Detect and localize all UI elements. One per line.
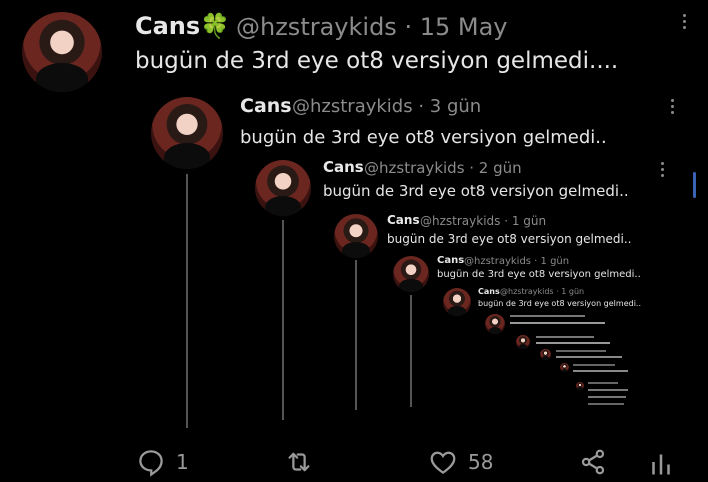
like-button[interactable]: 58 bbox=[428, 446, 493, 478]
retweet-icon bbox=[284, 447, 314, 477]
thread-line bbox=[282, 220, 284, 420]
thread-line bbox=[410, 295, 412, 407]
nested-text-line bbox=[588, 382, 618, 384]
nested-author-name: Cans bbox=[478, 287, 500, 296]
nested-text: bugün de 3rd eye ot8 versiyon gelmedi.. bbox=[323, 182, 629, 200]
like-count: 58 bbox=[468, 450, 494, 474]
nested-text-line bbox=[588, 396, 626, 398]
nested-author-name: Cans bbox=[437, 255, 465, 266]
share-icon bbox=[578, 447, 608, 477]
thread-line bbox=[186, 174, 188, 428]
nested-text-line bbox=[573, 364, 615, 366]
nested-text: bugün de 3rd eye ot8 versiyon gelmedi.. bbox=[240, 127, 607, 148]
thread-line bbox=[355, 260, 357, 410]
avatar bbox=[540, 349, 551, 360]
avatar bbox=[485, 314, 505, 334]
tweet-time: 15 May bbox=[419, 13, 508, 41]
nested-text-line bbox=[588, 389, 628, 391]
nested-handle: @hzstraykids · 1 gün bbox=[500, 287, 585, 296]
nested-text: bugün de 3rd eye ot8 versiyon gelmedi.. bbox=[478, 299, 641, 308]
nested-text-line bbox=[556, 356, 622, 358]
avatar[interactable] bbox=[22, 12, 102, 92]
nested-author-name: Cans bbox=[323, 158, 364, 176]
nested-text-line bbox=[536, 342, 610, 344]
nested-text-line bbox=[556, 350, 606, 352]
tweet-text: bugün de 3rd eye ot8 versiyon gelmedi...… bbox=[135, 48, 619, 74]
nested-text-line bbox=[510, 322, 605, 324]
avatar bbox=[334, 214, 378, 258]
nested-text-line bbox=[588, 403, 624, 405]
analytics-icon bbox=[650, 447, 672, 477]
nested-text-line bbox=[510, 315, 585, 317]
reply-count: 1 bbox=[176, 450, 189, 474]
avatar bbox=[560, 363, 569, 372]
more-icon[interactable] bbox=[683, 14, 687, 32]
retweet-button[interactable] bbox=[284, 446, 324, 478]
tweet-author-name[interactable]: Cans🍀 bbox=[135, 12, 230, 40]
nested-handle: @hzstraykids · 3 gün bbox=[292, 96, 482, 117]
clover-emoji: 🍀 bbox=[200, 12, 231, 40]
nested-handle: @hzstraykids · 1 gün bbox=[464, 256, 570, 267]
avatar bbox=[393, 256, 429, 292]
more-icon bbox=[671, 99, 675, 117]
nested-text-line bbox=[573, 370, 628, 372]
avatar bbox=[255, 160, 311, 216]
nested-text-line bbox=[536, 336, 594, 338]
like-icon bbox=[428, 447, 458, 477]
avatar bbox=[443, 288, 471, 316]
nested-text: bugün de 3rd eye ot8 versiyon gelmedi.. bbox=[387, 232, 632, 246]
nested-text: bugün de 3rd eye ot8 versiyon gelmedi.. bbox=[437, 269, 641, 280]
avatar bbox=[516, 335, 530, 349]
avatar bbox=[151, 97, 223, 169]
nested-author-name: Cans bbox=[387, 213, 420, 227]
nested-author-name: Cans bbox=[240, 95, 292, 117]
more-icon bbox=[661, 162, 665, 180]
nested-handle: @hzstraykids · 2 gün bbox=[364, 159, 522, 177]
tweet-handle[interactable]: @hzstraykids · 15 May bbox=[236, 13, 508, 41]
reply-icon bbox=[136, 447, 166, 477]
avatar bbox=[576, 382, 584, 390]
scrollbar[interactable] bbox=[693, 172, 696, 198]
nested-handle: @hzstraykids · 1 gün bbox=[420, 214, 547, 228]
share-button[interactable] bbox=[578, 446, 608, 478]
reply-button[interactable]: 1 bbox=[136, 446, 189, 478]
analytics-button[interactable] bbox=[650, 446, 672, 478]
